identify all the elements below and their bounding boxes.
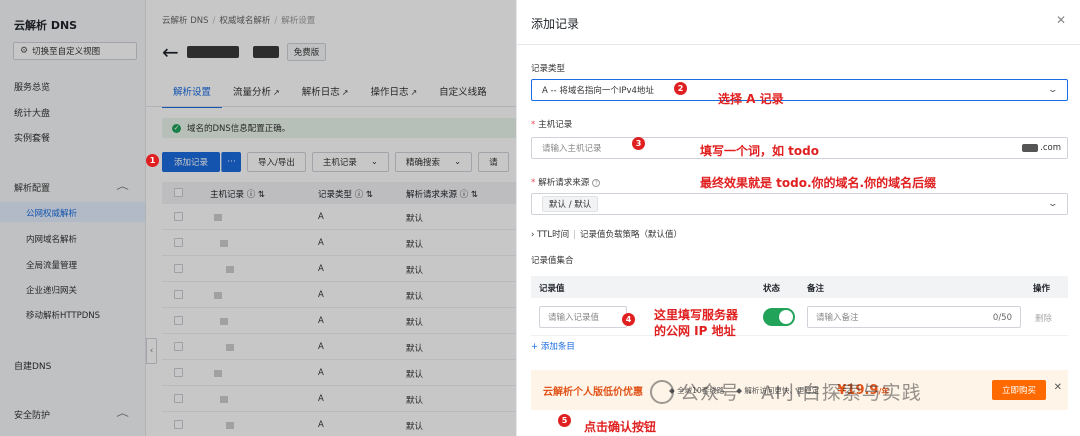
suffix-text: .com	[1040, 143, 1061, 153]
annotation-note-3: 填写一个词，如 todo	[700, 144, 819, 158]
modal-backdrop[interactable]	[0, 0, 516, 436]
source-tag: 默认 / 默认	[542, 196, 599, 212]
close-icon[interactable]: ✕	[1054, 382, 1062, 393]
step-marker-2: 2	[674, 82, 687, 95]
char-counter: 0/50	[992, 313, 1012, 323]
help-icon[interactable]: ?	[592, 179, 601, 187]
chevron-down-icon: ⌄	[1047, 199, 1059, 209]
host-placeholder: 请输入主机记录	[542, 144, 602, 154]
wechat-icon	[650, 379, 674, 404]
strategy-label: 记录值负载策略（默认值）	[579, 230, 682, 240]
ttl-label: TTL时间	[537, 230, 570, 240]
remark-placeholder: 请输入备注	[816, 313, 859, 323]
toggle-knob	[779, 310, 793, 324]
watermark-text: 公众号 · AI小白探索与实践	[680, 382, 922, 404]
buy-now-button[interactable]: 立即购买	[991, 380, 1046, 400]
col-remark: 备注	[807, 284, 825, 294]
annotation-note-5: 点击确认按钮	[584, 420, 657, 434]
step-marker-4: 4	[622, 313, 635, 326]
watermark: 公众号 · AI小白探索与实践	[650, 378, 922, 405]
annotation-note-3b: 最终效果就是 todo.你的域名.你的域名后缀	[700, 176, 937, 190]
drawer-divider	[517, 44, 1080, 45]
values-label: 记录值集合	[531, 256, 574, 266]
annotation-note-4a: 这里填写服务器	[654, 308, 739, 322]
step-marker-5: 5	[558, 414, 571, 427]
record-value-input[interactable]: 请输入记录值	[539, 306, 627, 328]
annotation-note-2: 选择 A 记录	[718, 92, 784, 106]
host-label: * 主机记录	[531, 120, 573, 130]
record-type-label: 记录类型	[531, 64, 566, 74]
close-icon[interactable]: ✕	[1056, 13, 1066, 27]
source-label-text: 解析请求来源	[538, 178, 590, 188]
record-type-select[interactable]: A -- 将域名指向一个IPv4地址 ⌄	[531, 79, 1068, 101]
value-placeholder: 请输入记录值	[548, 313, 600, 323]
status-toggle[interactable]	[763, 308, 795, 326]
remark-input[interactable]: 请输入备注 0/50	[807, 306, 1021, 328]
step-marker-1: 1	[146, 154, 159, 167]
values-table-header: 记录值 状态 备注 操作	[531, 276, 1068, 298]
redacted-domain	[1022, 144, 1039, 152]
drawer-title: 添加记录	[531, 17, 580, 31]
chevron-right-icon: ›	[531, 230, 535, 240]
annotation-note-4b: 的公网 IP 地址	[654, 324, 736, 338]
domain-suffix: .com	[1022, 143, 1061, 153]
record-type-value: A -- 将域名指向一个IPv4地址	[542, 86, 654, 96]
col-action: 操作	[1033, 284, 1051, 294]
chevron-down-icon: ⌄	[1047, 85, 1059, 95]
col-value: 记录值	[539, 284, 565, 294]
advanced-settings-toggle[interactable]: › TTL时间 | 记录值负载策略（默认值）	[531, 228, 682, 240]
col-status: 状态	[763, 284, 781, 294]
source-select[interactable]: 默认 / 默认 ⌄	[531, 193, 1068, 215]
delete-link[interactable]: 删除	[1035, 312, 1052, 324]
add-entry-link[interactable]: + 添加条目	[531, 340, 575, 352]
promo-title: 云解析个人版低价优惠	[543, 386, 643, 398]
step-marker-3: 3	[632, 137, 645, 150]
host-label-text: 主机记录	[538, 120, 573, 130]
value-row: 请输入记录值 请输入备注 0/50 删除	[531, 298, 1068, 336]
source-label: * 解析请求来源?	[531, 176, 601, 188]
add-record-drawer: 添加记录 ✕ 记录类型 A -- 将域名指向一个IPv4地址 ⌄ * 主机记录 请…	[516, 0, 1080, 436]
